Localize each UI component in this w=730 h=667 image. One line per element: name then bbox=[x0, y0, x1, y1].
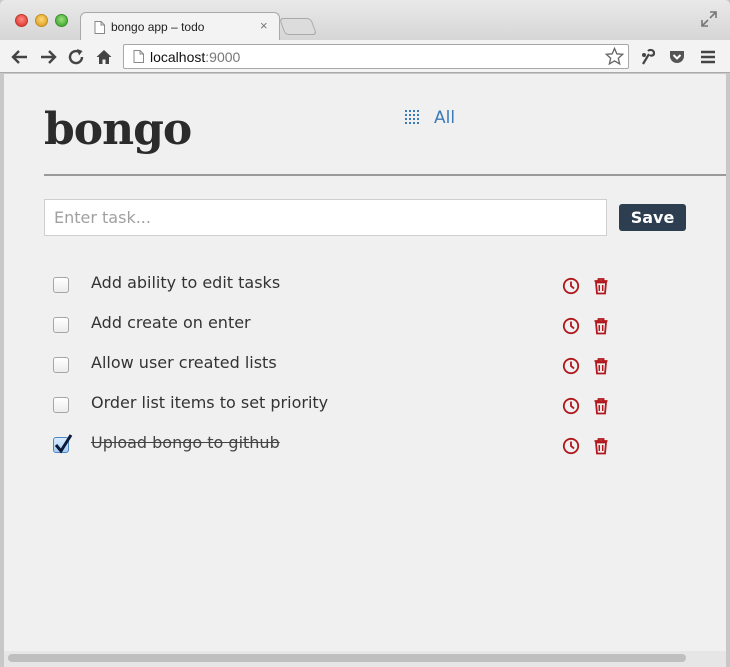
tab-title: bongo app – todo bbox=[111, 20, 205, 34]
pocket-icon[interactable] bbox=[666, 46, 688, 68]
url-port: :9000 bbox=[205, 48, 241, 65]
clock-icon[interactable] bbox=[562, 437, 580, 455]
clock-icon[interactable] bbox=[562, 277, 580, 295]
address-bar[interactable]: localhost:9000 bbox=[123, 44, 629, 69]
task-text: Allow user created lists bbox=[91, 353, 277, 372]
fullscreen-icon[interactable] bbox=[700, 10, 718, 28]
reload-icon[interactable] bbox=[65, 46, 87, 68]
save-button[interactable]: Save bbox=[619, 204, 686, 231]
close-window-button[interactable] bbox=[15, 14, 28, 27]
clock-icon[interactable] bbox=[562, 317, 580, 335]
page-icon bbox=[94, 20, 105, 34]
scrollbar-thumb[interactable] bbox=[8, 654, 686, 662]
clock-icon[interactable] bbox=[562, 357, 580, 375]
page-viewport: bongo All Save Add ability to edit tasks… bbox=[4, 74, 726, 651]
tab-close-icon[interactable]: × bbox=[260, 18, 268, 33]
back-icon[interactable] bbox=[9, 46, 31, 68]
zoom-window-button[interactable] bbox=[55, 14, 68, 27]
browser-tab-content[interactable]: bongo app – todo bbox=[94, 14, 204, 40]
app-logo[interactable]: bongo bbox=[44, 104, 192, 155]
task-row: Allow user created lists bbox=[44, 344, 644, 384]
browser-title-bar: bongo app – todo × bbox=[0, 0, 730, 40]
trash-icon[interactable] bbox=[592, 437, 610, 455]
page-icon bbox=[133, 50, 144, 63]
task-text: Add ability to edit tasks bbox=[91, 273, 281, 292]
trash-icon[interactable] bbox=[592, 317, 610, 335]
trash-icon[interactable] bbox=[592, 397, 610, 415]
nav-all-link[interactable]: All bbox=[404, 108, 455, 128]
task-row: Add create on enter bbox=[44, 304, 644, 344]
trash-icon[interactable] bbox=[592, 277, 610, 295]
task-text: Add create on enter bbox=[91, 313, 251, 332]
task-checkbox[interactable] bbox=[53, 434, 73, 454]
task-checkbox[interactable] bbox=[53, 357, 69, 373]
trash-icon[interactable] bbox=[592, 357, 610, 375]
task-text: Order list items to set priority bbox=[91, 393, 329, 412]
task-checkbox[interactable] bbox=[53, 277, 69, 293]
nav-all-label: All bbox=[434, 108, 456, 128]
task-list: Add ability to edit tasks Add create on … bbox=[44, 264, 644, 464]
forward-icon[interactable] bbox=[37, 46, 59, 68]
task-row: Order list items to set priority bbox=[44, 384, 644, 424]
header-divider bbox=[44, 174, 726, 176]
task-row: Add ability to edit tasks bbox=[44, 264, 644, 304]
home-icon[interactable] bbox=[93, 46, 115, 68]
bookmark-star-icon[interactable] bbox=[605, 47, 624, 66]
task-checkbox[interactable] bbox=[53, 397, 69, 413]
url-text: localhost:9000 bbox=[150, 49, 240, 65]
task-checkbox[interactable] bbox=[53, 317, 69, 333]
task-row: Upload bongo to github bbox=[44, 424, 644, 464]
url-host: localhost bbox=[150, 48, 206, 65]
horizontal-scrollbar[interactable] bbox=[4, 651, 726, 667]
clock-icon[interactable] bbox=[562, 397, 580, 415]
task-input[interactable] bbox=[44, 199, 607, 236]
task-text: Upload bongo to github bbox=[91, 433, 280, 452]
minimize-window-button[interactable] bbox=[35, 14, 48, 27]
checkmark-icon bbox=[54, 434, 73, 454]
browser-toolbar: localhost:9000 bbox=[0, 40, 730, 73]
menu-icon[interactable] bbox=[697, 46, 719, 68]
extension-icon[interactable] bbox=[637, 46, 659, 68]
grid-icon bbox=[405, 110, 419, 124]
new-tab-button[interactable] bbox=[278, 18, 318, 35]
